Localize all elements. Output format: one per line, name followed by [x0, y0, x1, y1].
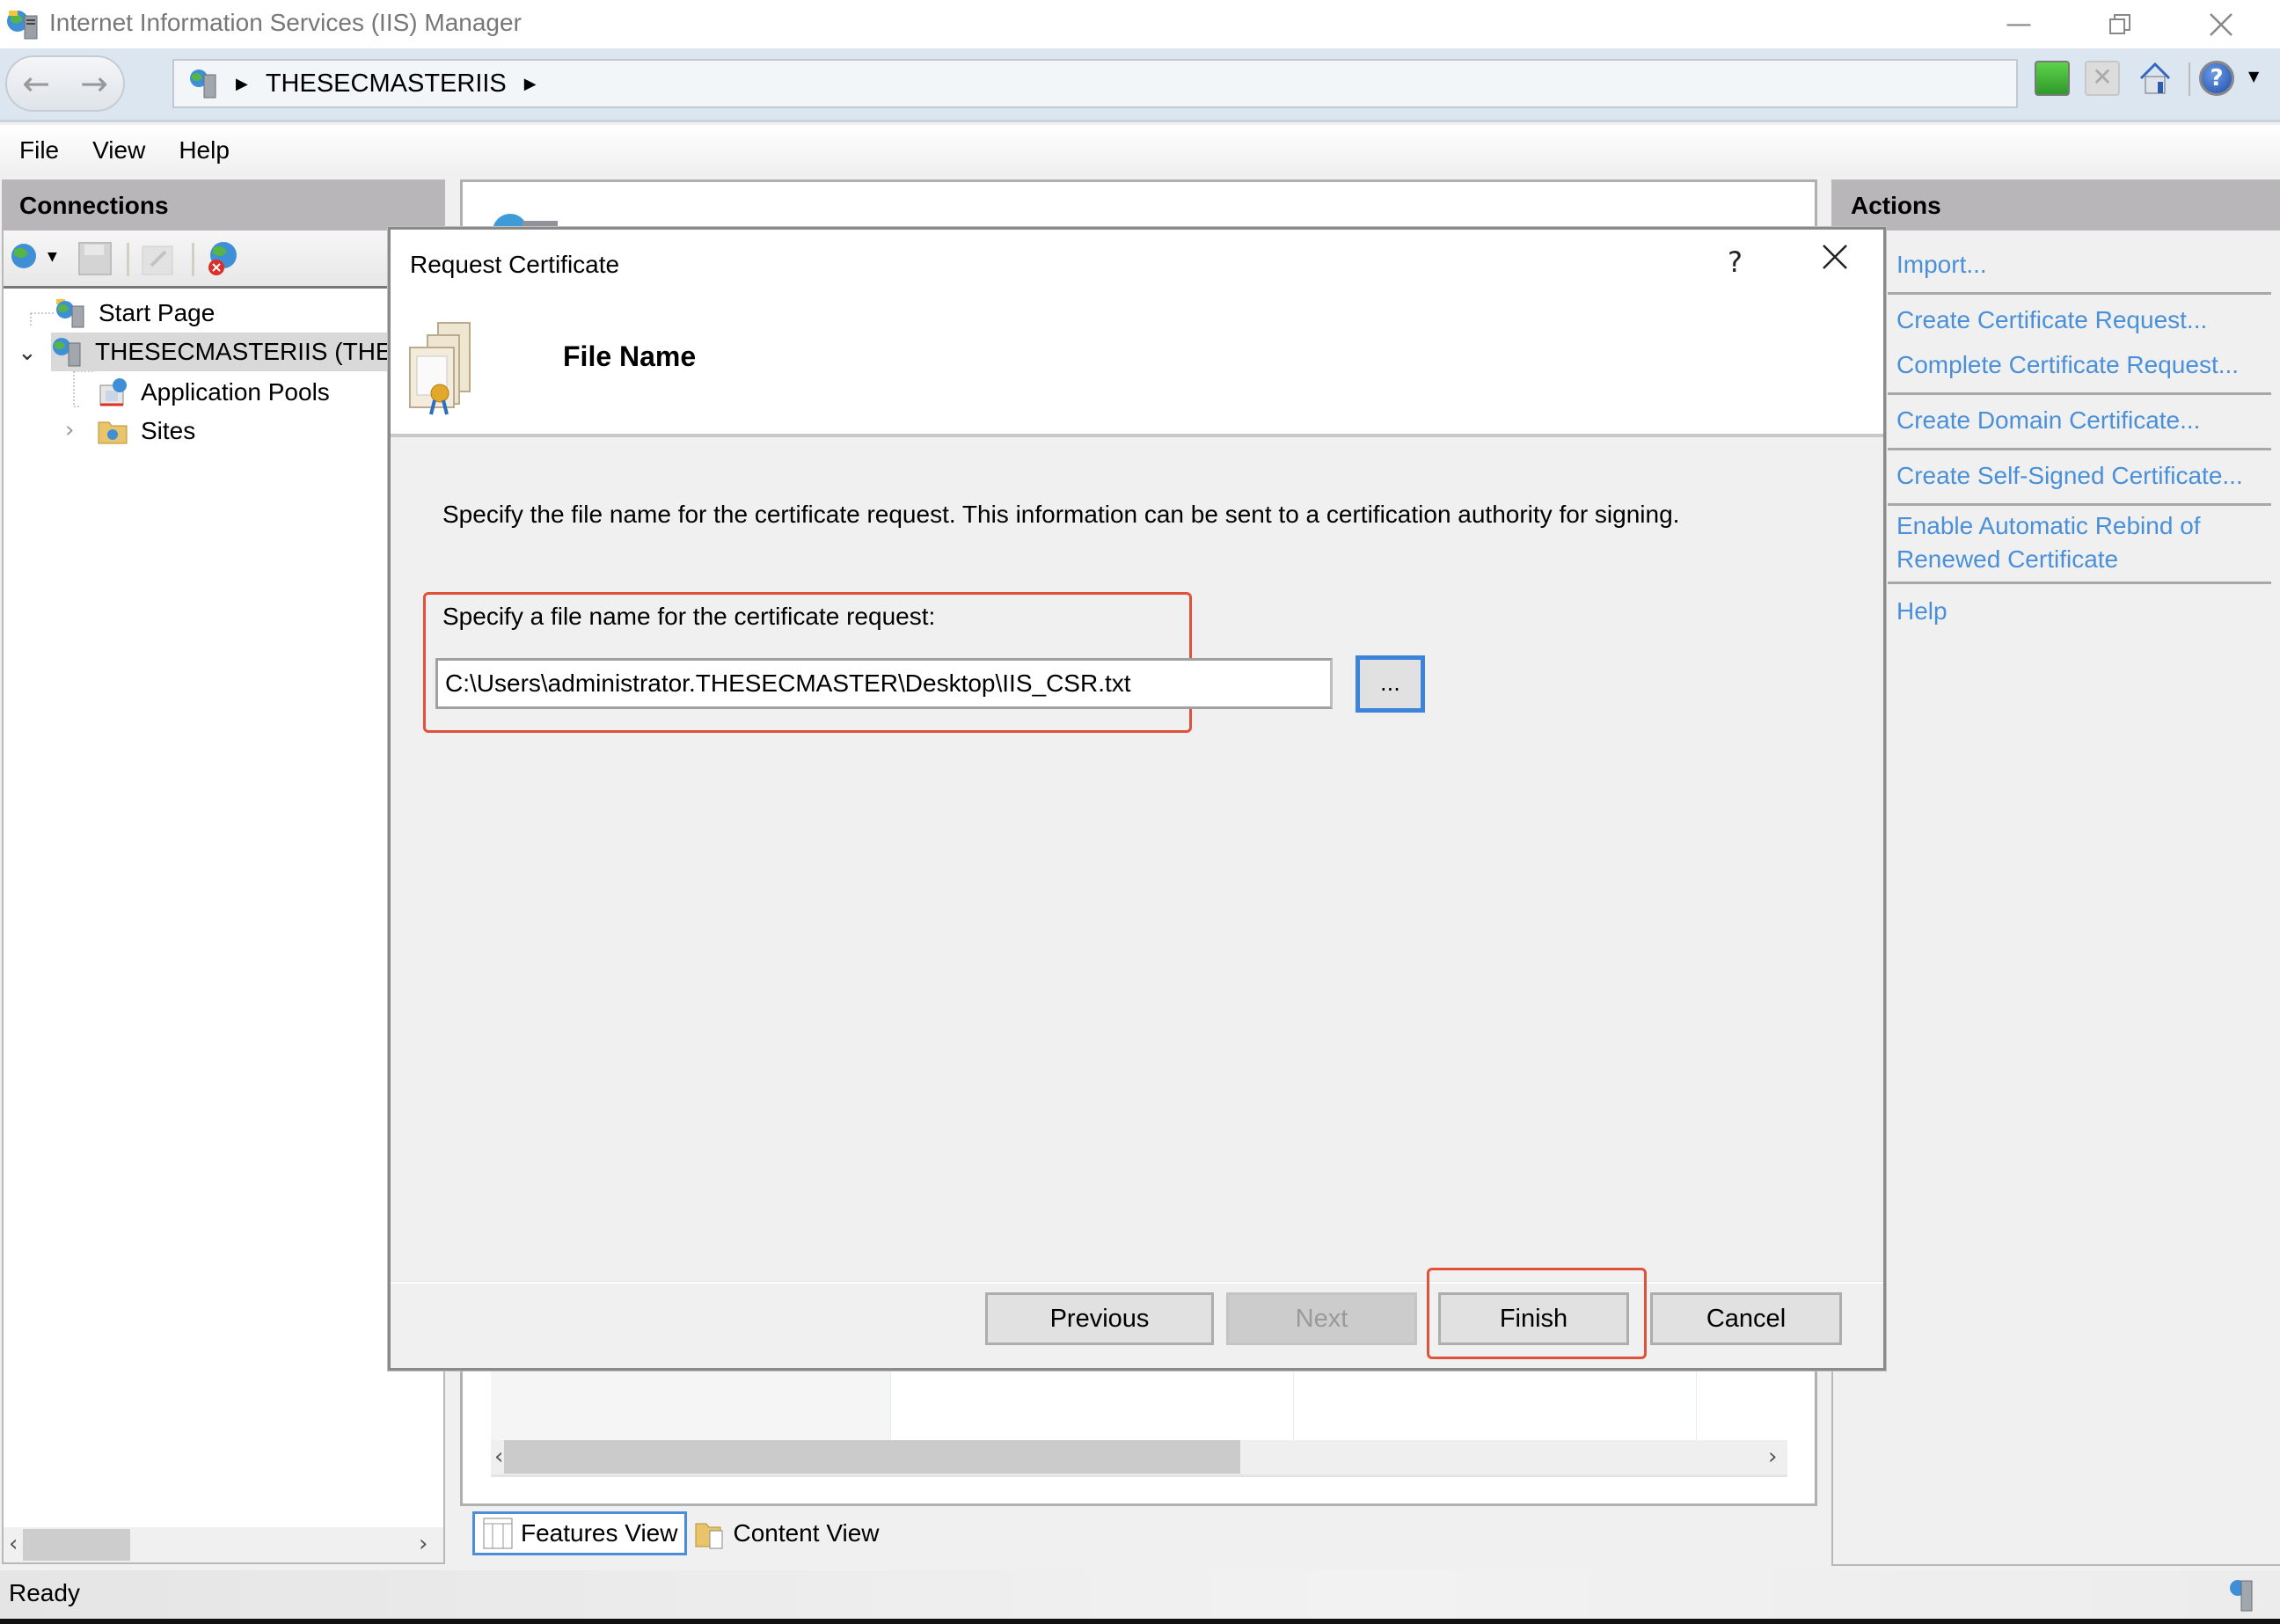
- action-create-certificate-request[interactable]: Create Certificate Request...: [1896, 304, 2207, 337]
- certificate-icon: [409, 322, 471, 415]
- restore-icon: [2109, 13, 2130, 34]
- action-separator: [1888, 448, 2271, 450]
- menu-file[interactable]: File: [19, 136, 59, 165]
- close-icon: [2210, 12, 2232, 36]
- action-enable-automatic-rebind[interactable]: Enable Automatic Rebind of Renewed Certi…: [1896, 509, 2201, 576]
- breadcrumb-separator-icon[interactable]: ▶: [524, 75, 537, 93]
- scroll-right-icon[interactable]: ›: [1768, 1444, 1777, 1470]
- action-separator: [1888, 392, 2271, 395]
- action-complete-certificate-request[interactable]: Complete Certificate Request...: [1896, 348, 2239, 382]
- minimize-button[interactable]: —: [1970, 0, 2067, 48]
- scroll-thumb[interactable]: [23, 1529, 130, 1561]
- menu-help[interactable]: Help: [179, 136, 230, 165]
- title-bar: Internet Information Services (IIS) Mana…: [0, 0, 2280, 48]
- connections-toolbar: ▼: [4, 230, 443, 289]
- actions-panel: Actions Import... Create Certificate Req…: [1831, 179, 2280, 1566]
- dialog-heading: File Name: [563, 340, 697, 372]
- toolbar-divider: [2189, 62, 2190, 96]
- view-tabs: Features View Content View: [472, 1511, 887, 1555]
- action-help[interactable]: Help: [1896, 595, 1948, 628]
- action-separator: [1888, 292, 2271, 295]
- connect-dropdown-icon[interactable]: ▼: [48, 250, 57, 264]
- action-create-self-signed-certificate[interactable]: Create Self-Signed Certificate...: [1896, 459, 2243, 493]
- server-globe-icon: [190, 69, 216, 99]
- forward-button[interactable]: →: [80, 64, 108, 103]
- sites-folder-icon: [98, 421, 128, 444]
- tree-item-start-page[interactable]: Start Page: [55, 294, 215, 333]
- status-bar: Ready: [0, 1570, 2280, 1619]
- dialog-title: Request Certificate: [410, 251, 620, 278]
- actions-header: Actions: [1833, 181, 2280, 230]
- back-button[interactable]: ←: [22, 64, 50, 103]
- connections-header: Connections: [4, 181, 443, 230]
- taskbar-edge: [0, 1619, 2280, 1624]
- close-icon: [1823, 245, 1847, 269]
- grid-hscrollbar[interactable]: ‹ ›: [491, 1440, 1787, 1477]
- scroll-left-icon[interactable]: ‹: [494, 1444, 503, 1470]
- minimize-icon: —: [2006, 9, 2032, 40]
- address-bar: ← → ▶ THESECMASTERIIS ▶ ✕ ? ▼: [0, 48, 2280, 122]
- action-import[interactable]: Import...: [1896, 248, 1987, 282]
- previous-button[interactable]: Previous: [985, 1292, 1214, 1345]
- tree-item-sites[interactable]: Sites: [97, 412, 195, 450]
- back-arrow-icon: ←: [22, 64, 50, 103]
- menu-bar: File View Help: [0, 125, 2280, 176]
- tree-item-application-pools[interactable]: Application Pools: [97, 373, 330, 412]
- dialog-help-button[interactable]: ?: [1728, 245, 1743, 279]
- home-icon[interactable]: [2138, 61, 2173, 96]
- browse-button[interactable]: ...: [1356, 655, 1425, 713]
- scroll-left-icon[interactable]: ‹: [9, 1531, 18, 1557]
- collapse-chevron-icon[interactable]: ⌄: [18, 340, 37, 366]
- dialog-footer-separator: [391, 1281, 1883, 1284]
- help-dropdown-icon[interactable]: ▼: [2248, 68, 2259, 84]
- status-text: Ready: [9, 1579, 80, 1606]
- breadcrumb-server[interactable]: THESECMASTERIIS: [266, 69, 507, 99]
- action-create-domain-certificate[interactable]: Create Domain Certificate...: [1896, 404, 2200, 437]
- connect-icon[interactable]: [9, 241, 44, 276]
- action-separator: [1888, 503, 2271, 506]
- tab-features-view[interactable]: Features View: [472, 1511, 688, 1555]
- expand-chevron-icon[interactable]: ›: [65, 417, 74, 443]
- save-icon[interactable]: [77, 241, 113, 276]
- dialog-close-button[interactable]: [1822, 238, 1848, 277]
- up-level-icon[interactable]: [141, 241, 176, 276]
- scroll-right-icon[interactable]: ›: [419, 1531, 428, 1557]
- help-icon[interactable]: ?: [2199, 61, 2234, 96]
- scroll-thumb[interactable]: [504, 1440, 1240, 1474]
- finish-button[interactable]: Finish: [1438, 1292, 1629, 1345]
- window-title: Internet Information Services (IIS) Mana…: [49, 9, 522, 36]
- filename-input[interactable]: [435, 658, 1333, 709]
- content-view-icon: [695, 1523, 723, 1549]
- dialog-description: Specify the file name for the certificat…: [442, 501, 1680, 528]
- menu-view[interactable]: View: [92, 136, 145, 165]
- features-view-icon: [483, 1518, 513, 1549]
- restore-button[interactable]: [2072, 0, 2168, 48]
- server-status-icon: [2230, 1580, 2253, 1612]
- navigation-buttons: ← →: [5, 55, 125, 112]
- start-page-icon: [56, 299, 84, 328]
- connections-hscrollbar[interactable]: ‹ ›: [4, 1527, 443, 1562]
- disconnect-icon[interactable]: [204, 239, 243, 278]
- toolbar-divider: [192, 243, 194, 276]
- dialog-header: Request Certificate ? File Name: [391, 230, 1883, 437]
- iis-app-icon: [7, 11, 38, 40]
- toolbar-divider: [127, 243, 129, 276]
- server-icon: [53, 338, 81, 367]
- tab-content-view[interactable]: Content View: [687, 1511, 886, 1555]
- stop-icon[interactable]: ✕: [2085, 61, 2120, 96]
- breadcrumb-separator-icon: ▶: [236, 74, 248, 92]
- app-pools-icon: [99, 378, 127, 406]
- cancel-button[interactable]: Cancel: [1650, 1292, 1842, 1345]
- refresh-icon[interactable]: [2035, 61, 2070, 96]
- action-separator: [1888, 582, 2271, 584]
- breadcrumb[interactable]: ▶ THESECMASTERIIS ▶: [172, 59, 2018, 108]
- request-certificate-dialog: Request Certificate ? File Name Specify …: [388, 227, 1886, 1371]
- close-window-button[interactable]: [2173, 0, 2269, 48]
- filename-label: Specify a file name for the certificate …: [442, 603, 936, 630]
- forward-arrow-icon: →: [80, 64, 108, 103]
- connections-panel: Connections ▼ Start Page ⌄ THESECMASTERI…: [2, 179, 462, 1564]
- next-button[interactable]: Next: [1226, 1292, 1417, 1345]
